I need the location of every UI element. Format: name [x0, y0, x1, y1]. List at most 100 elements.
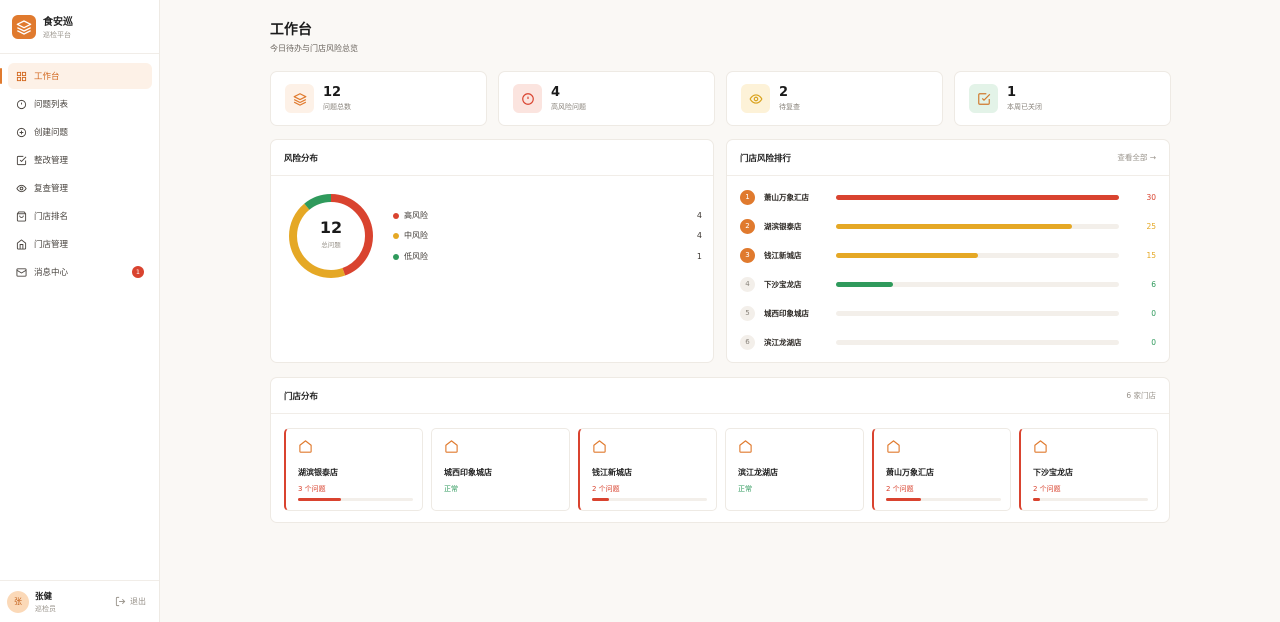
user-role: 巡检员: [35, 604, 56, 613]
stat-card-pending-review[interactable]: 2 待复查: [726, 71, 943, 126]
sidebar-item-label: 问题列表: [34, 100, 69, 110]
sidebar-item-label: 创建问题: [34, 128, 69, 138]
home-icon: [1033, 439, 1157, 457]
rank-number: 4: [740, 276, 755, 292]
sidebar-item-label: 门店排名: [34, 212, 69, 222]
logout-button[interactable]: 退出: [115, 596, 146, 607]
risk-score: 0: [1151, 337, 1156, 347]
stat-card-closed[interactable]: 1 本周已关闭: [954, 71, 1171, 126]
store-status: 2 个问题: [886, 485, 914, 493]
home-icon: [15, 238, 27, 250]
store-distribution-card: 门店分布 6 家门店 湖滨银泰店 3 个问题 城西印象城店 正常 钱江新城店 2 个问题 滨…: [270, 377, 1170, 523]
alert-circle-icon: [513, 84, 542, 113]
eye-icon: [741, 84, 770, 113]
sidebar-item-label: 复查管理: [34, 184, 69, 194]
home-icon: [738, 439, 863, 457]
risk-score: 25: [1146, 221, 1156, 231]
store-card[interactable]: 滨江龙湖店 正常: [725, 428, 864, 511]
store-ranking-card: 门店风险排行 查看全部 → 1 萧山万象汇店 30 2 湖滨银泰店 25 3 钱江新城店 15 4…: [726, 139, 1170, 363]
risk-bar-track: [836, 223, 1119, 229]
rank-number: 5: [740, 305, 755, 321]
sidebar-item-label: 工作台: [34, 72, 60, 82]
brand-subtitle: 巡检平台: [43, 31, 71, 39]
rank-number: 2: [740, 218, 755, 234]
avatar[interactable]: 张: [7, 590, 29, 613]
legend-item-low: 低风险 1: [393, 251, 702, 262]
plus-circle-icon: [15, 126, 27, 138]
risk-bar-track: [836, 281, 1119, 287]
ranking-row[interactable]: 5 城西印象城店 0: [740, 305, 1156, 321]
risk-score: 30: [1146, 192, 1156, 202]
issue-bar-fill: [592, 498, 610, 501]
dashboard-icon: [15, 70, 27, 82]
store-status: 正常: [738, 485, 752, 493]
ranking-row[interactable]: 1 萧山万象汇店 30: [740, 189, 1156, 205]
risk-bar-track: [836, 194, 1119, 200]
legend-dot: [393, 253, 399, 260]
stat-label: 问题总数: [323, 102, 351, 111]
legend-dot: [393, 212, 399, 219]
store-status: 3 个问题: [298, 485, 326, 493]
user-panel: 张 张健 巡检员 退出: [0, 580, 159, 622]
ranking-row[interactable]: 2 湖滨银泰店 25: [740, 218, 1156, 234]
store-card[interactable]: 湖滨银泰店 3 个问题: [284, 428, 423, 511]
stat-card-high-risk[interactable]: 4 高风险问题: [498, 71, 715, 126]
risk-bar-track: [836, 310, 1119, 316]
store-name: 萧山万象汇店: [764, 192, 809, 202]
issue-bar-fill: [1033, 498, 1040, 501]
store-card[interactable]: 钱江新城店 2 个问题: [578, 428, 717, 511]
page-title: 工作台: [270, 22, 312, 38]
risk-bar-track: [836, 252, 1119, 258]
issue-bar-track: [886, 498, 1001, 501]
legend-label: 高风险: [404, 211, 428, 220]
risk-bar-fill: [836, 223, 1072, 229]
sidebar-item-store-ranking[interactable]: 门店排名: [8, 203, 152, 229]
view-all-link[interactable]: 查看全部 →: [1117, 152, 1156, 163]
store-name: 湖滨银泰店: [764, 221, 802, 231]
ranking-row[interactable]: 4 下沙宝龙店 6: [740, 276, 1156, 292]
sidebar-item-label: 整改管理: [34, 156, 69, 166]
sidebar-item-issue-list[interactable]: 问题列表: [8, 91, 152, 117]
store-name: 钱江新城店: [592, 468, 632, 477]
sidebar-item-review[interactable]: 复查管理: [8, 175, 152, 201]
legend-value: 4: [696, 231, 702, 240]
check-square-icon: [15, 154, 27, 166]
stat-value: 2: [779, 84, 789, 100]
risk-bar-fill: [836, 252, 978, 258]
card-title: 门店风险排行 查看全部 →: [727, 140, 1169, 176]
sidebar-item-label: 消息中心: [34, 268, 69, 278]
sidebar: 食安巡 巡检平台 工作台 问题列表 创建问题 整改管理 复查管理 门店排名 门店…: [0, 0, 160, 622]
risk-bar-track: [836, 339, 1119, 345]
store-count: 6 家门店: [1126, 391, 1156, 400]
store-card[interactable]: 城西印象城店 正常: [431, 428, 570, 511]
legend-dot: [393, 232, 399, 239]
sidebar-item-create-issue[interactable]: 创建问题: [8, 119, 152, 145]
ranking-row[interactable]: 6 滨江龙湖店 0: [740, 334, 1156, 350]
legend-label: 中风险: [404, 231, 428, 240]
risk-score: 0: [1151, 308, 1156, 318]
eye-icon: [15, 182, 27, 194]
stat-card-total[interactable]: 12 问题总数: [270, 71, 487, 126]
sidebar-item-dashboard[interactable]: 工作台: [0, 63, 152, 89]
sidebar-item-store-management[interactable]: 门店管理: [8, 231, 152, 257]
home-icon: [444, 439, 569, 457]
store-name: 城西印象城店: [444, 468, 492, 477]
rank-number: 3: [740, 247, 755, 263]
stat-label: 本周已关闭: [1007, 102, 1042, 111]
home-icon: [592, 439, 716, 457]
ranking-row[interactable]: 3 钱江新城店 15: [740, 247, 1156, 263]
store-status: 2 个问题: [592, 485, 620, 493]
sidebar-item-messages[interactable]: 消息中心 1: [8, 259, 152, 285]
stat-label: 高风险问题: [551, 102, 586, 111]
store-name: 城西印象城店: [764, 308, 809, 318]
card-title: 风险分布: [271, 140, 713, 176]
sidebar-nav: 工作台 问题列表 创建问题 整改管理 复查管理 门店排名 门店管理 消息中心 1: [0, 54, 159, 285]
legend-item-high: 高风险 4: [393, 210, 702, 221]
sidebar-item-rectification[interactable]: 整改管理: [8, 147, 152, 173]
card-title: 门店分布 6 家门店: [271, 378, 1169, 414]
brand-name: 食安巡: [43, 17, 73, 28]
store-card[interactable]: 萧山万象汇店 2 个问题: [872, 428, 1011, 511]
brand[interactable]: 食安巡 巡检平台: [0, 0, 159, 54]
risk-score: 6: [1151, 279, 1156, 289]
store-card[interactable]: 下沙宝龙店 2 个问题: [1019, 428, 1158, 511]
